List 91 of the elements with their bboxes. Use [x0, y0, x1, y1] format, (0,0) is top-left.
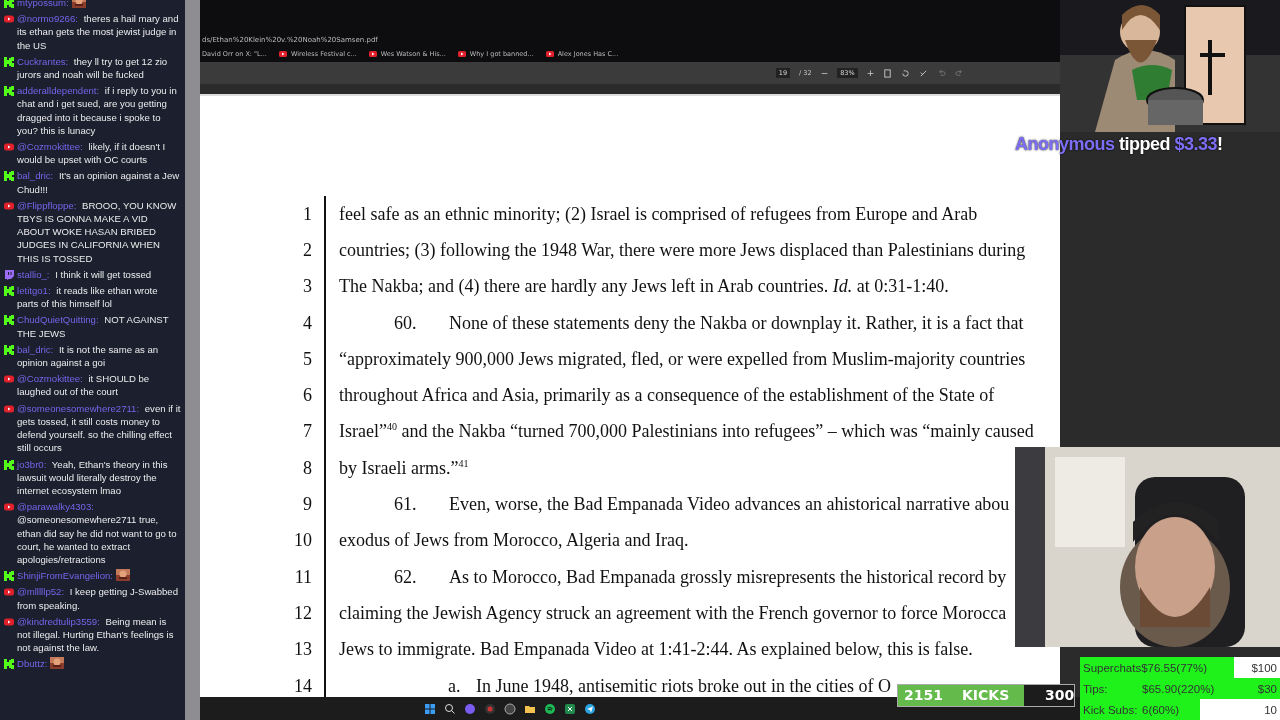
zoom-out-button[interactable]: −: [820, 68, 829, 78]
document-text: The Nakba; and (4) there are hardly any Jews left in Arab countries. Id. at 0:31-1:40.: [339, 276, 949, 298]
document-text: “approximately 900,000 Jews migrated, fled, or were expelled from Muslim-majority countries: [339, 348, 1026, 370]
paragraph-number: 62.: [393, 566, 418, 588]
line-number: 1: [303, 203, 312, 225]
youtube-icon: [545, 51, 554, 57]
kick-icon: [4, 459, 14, 470]
youtube-icon: [368, 51, 377, 57]
document-text: by Israeli arms.”$^{41}$: [339, 457, 469, 479]
chat-message: bal_dric: It's an opinion against a Jew Chud!!!: [17, 169, 181, 196]
chat-message: @parawalky4303: @someonesomewhere2711 true, ethan did say he did not want to go to court, he wanted to extract apologies/retractions: [17, 500, 178, 567]
goal-label: Tips:: [1083, 682, 1109, 695]
document-text: throughout Africa and Asia, primarily as a consequence of the establishment of the State of: [339, 385, 995, 407]
spreadsheet-icon[interactable]: [564, 702, 576, 715]
fit-page-icon[interactable]: [883, 68, 893, 78]
kick-icon: [4, 659, 14, 670]
kick-icon: [4, 171, 14, 182]
kick-icon: [4, 286, 14, 297]
paragraph-number: 61.: [393, 494, 418, 515]
zoom-in-button[interactable]: +: [866, 68, 875, 78]
goal-value: $76.55(77%): [1141, 661, 1208, 674]
line-number: 12: [294, 602, 312, 624]
line-number: 3: [303, 276, 312, 298]
kick-icon: [4, 571, 14, 582]
line-number: 9: [303, 494, 312, 515]
kicks-target: 300: [1045, 687, 1075, 703]
kicks-count: 2151: [904, 687, 943, 703]
kicks-label: KICKS: [962, 687, 1010, 703]
chat-message: jo3br0: Yeah, Ethan's theory in this lawsuit would literally destroy the internet ecosystem lmao: [17, 457, 169, 498]
twitch-icon: [4, 269, 14, 280]
goal-target: $100: [1251, 661, 1277, 674]
youtube-icon: [4, 14, 14, 25]
goal-label: Kick Subs:: [1083, 703, 1138, 716]
line-number: 11: [294, 566, 312, 588]
line-number: 10: [294, 530, 312, 552]
record-app-icon[interactable]: [484, 702, 496, 715]
line-number: 6: [303, 385, 312, 407]
line-number: 7: [303, 421, 312, 443]
line-number: 8: [303, 457, 312, 479]
document-text: exodus of Jews from Morocco, Algeria and Iraq.: [339, 530, 689, 552]
document-text: As to Morocco, Bad Empanada grossly misrepresents the historical record by: [449, 566, 1007, 588]
youtube-icon: [457, 51, 466, 57]
document-text: countries; (3) following the 1948 War, there were more Jews displaced than Palestinians during: [339, 239, 1026, 261]
youtube-icon: [4, 142, 14, 153]
kick-icon: [4, 344, 14, 355]
chat-message: stallio_: I think it will get tossed: [17, 267, 153, 282]
windows-icon[interactable]: [424, 702, 436, 715]
send-app-icon[interactable]: [584, 702, 596, 715]
goal-value: 6(60%): [1142, 703, 1180, 716]
youtube-icon: [4, 502, 14, 513]
chat-message: @kindredtulip3559: Being mean is not illegal. Hurting Ethan's feelings is not against the law.: [17, 614, 175, 655]
line-number: 5: [303, 348, 312, 370]
chat-message: @Cozmokittee: likely, if it doesn't I would be upset with OC courts: [17, 140, 167, 167]
document-text: feel safe as an ethnic minority; (2) Israel is comprised of refugees from Europe and Arab: [339, 203, 978, 225]
kick-icon: [4, 86, 14, 97]
rotate-icon[interactable]: [901, 68, 911, 78]
goal-value: $65.90(220%): [1142, 682, 1215, 695]
document-text: Jews to immigrate. Bad Empanada Video at 1:41-2:44. As explained below, this is false.: [339, 639, 973, 661]
chat-message: @Flippfloppe: BROOO, YOU KNOW TBYS IS GONNA MAKE A VID ABOUT WOKE HASAN BRIBED JUDGES IN CALIFORNIA WHEN THIS IS TOSSED: [17, 198, 178, 265]
goal-label: Superchats: [1083, 661, 1142, 674]
youtube-icon: [4, 616, 14, 627]
line-number: 4: [303, 312, 312, 334]
line-number: 13: [294, 639, 312, 661]
document-text: claiming the Jewish Agency struck an agreement with the French governor to force Morocca: [339, 602, 1007, 624]
document-text: Even, worse, the Bad Empanada Video advances an ahistorical narrative abou: [449, 494, 1010, 515]
document-text: None of these statements deny the Nakba or downplay it. Rather, it is a fact that: [449, 312, 1024, 334]
chat-message: @mlllllp52: I keep getting J-Swabbed from speaking.: [17, 585, 179, 612]
kick-icon: [4, 315, 14, 326]
chat-message: @someonesomewhere2711: even if it gets tossed, it still costs money to defend yourself. so the chilling effect still occurs: [17, 401, 181, 455]
chat-username[interactable]: Dbuttz:: [17, 657, 48, 671]
youtube-icon: [4, 374, 14, 385]
chat-message: letitgo1: it reads like ethan wrote parts of this himself lol: [17, 284, 159, 311]
chat-username[interactable]: ShinjiFromEvangelion:: [17, 569, 113, 583]
chat-message: ChudQuietQuitting: NOT AGAINST THE JEWS: [17, 313, 170, 340]
goal-target: $30: [1257, 682, 1277, 695]
document-text: In June 1948, antisemitic riots broke out in the cities of O: [476, 675, 891, 697]
paragraph-number: 60.: [393, 312, 418, 334]
music-app-icon[interactable]: [544, 702, 556, 715]
chat-username[interactable]: mtypossum:: [17, 0, 69, 10]
youtube-icon: [4, 403, 14, 414]
subparagraph-letter: a.: [447, 675, 462, 697]
line-number: 2: [303, 239, 312, 261]
search-icon[interactable]: [444, 702, 456, 715]
line-number: 14: [294, 675, 312, 697]
youtube-icon: [4, 587, 14, 598]
document-text: Israel”$^{40}$ and the Nakba “turned 700,000 Palestinians into refugees” – which was “mainly caused: [339, 421, 1034, 443]
kick-icon: [4, 0, 14, 8]
youtube-icon: [278, 51, 287, 57]
goal-target: 10: [1264, 703, 1277, 716]
youtube-icon: [4, 200, 14, 211]
kick-icon: [4, 56, 14, 67]
